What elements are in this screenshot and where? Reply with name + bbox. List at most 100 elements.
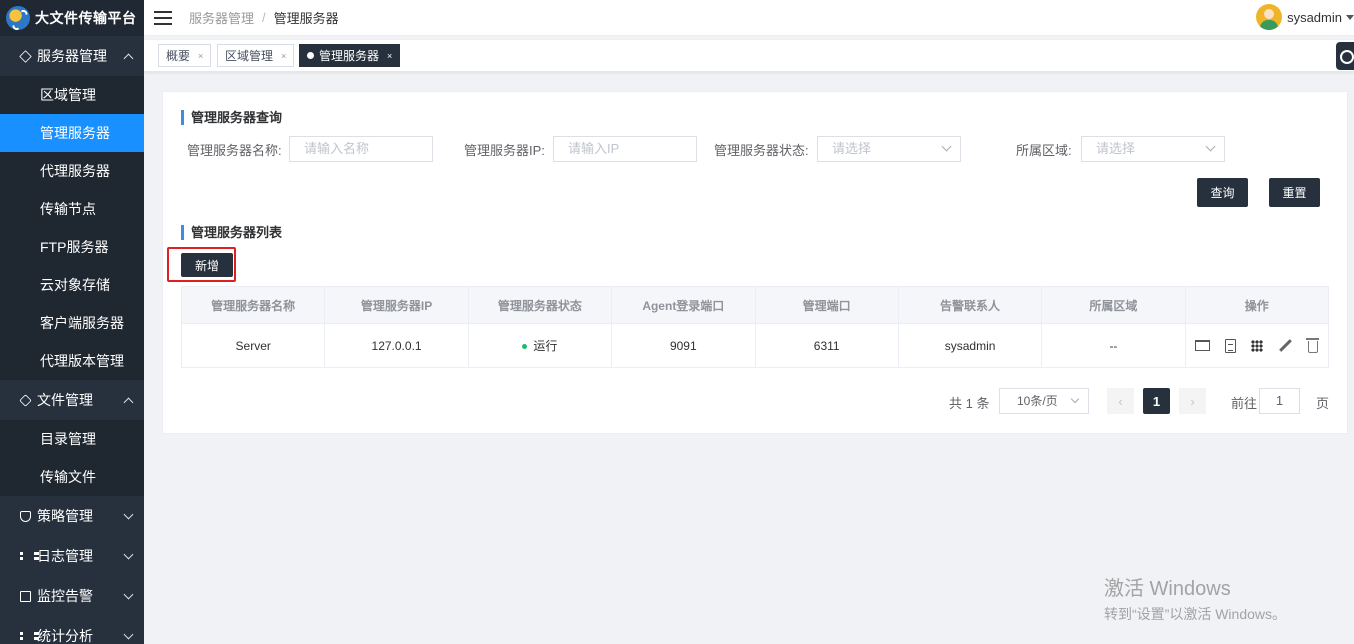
- chevron-up-icon: [123, 397, 134, 407]
- avatar: [1256, 4, 1283, 30]
- tab-mgmt-server[interactable]: 管理服务器 ×: [299, 44, 401, 67]
- sidebar-item-proxy-server[interactable]: 代理服务器: [0, 152, 144, 190]
- caret-down-icon: [1346, 14, 1354, 20]
- chevron-down-icon: [123, 589, 134, 599]
- list-icon: [20, 631, 39, 642]
- cell-region: --: [1041, 323, 1186, 368]
- chevron-down-icon: [123, 629, 134, 639]
- menu-group-monitor-alert[interactable]: 监控告警: [0, 576, 144, 616]
- page-suffix: 页: [1316, 395, 1330, 411]
- table-header-row: 管理服务器名称 管理服务器IP 管理服务器状态 Agent登录端口 管理端口 告…: [180, 286, 1330, 324]
- goto-label: 前往: [1231, 395, 1258, 411]
- document-icon[interactable]: [1225, 338, 1237, 353]
- top-header: 服务器管理 / 管理服务器 sysadmin: [144, 0, 1354, 36]
- sidebar-item-directory-mgmt[interactable]: 目录管理: [0, 420, 144, 458]
- reset-button[interactable]: 重置: [1269, 178, 1320, 207]
- menu-group-statistics[interactable]: 统计分析: [0, 616, 144, 644]
- monitor-chart-icon[interactable]: [1195, 340, 1211, 351]
- sidebar-item-transfer-file[interactable]: 传输文件: [0, 458, 144, 496]
- search-button[interactable]: 查询: [1197, 178, 1248, 207]
- chevron-down-icon: [123, 509, 134, 519]
- server-table: 管理服务器名称 管理服务器IP 管理服务器状态 Agent登录端口 管理端口 告…: [180, 286, 1330, 368]
- page-size-select[interactable]: 10条/页: [999, 388, 1089, 414]
- chevron-down-icon: [1205, 141, 1216, 152]
- breadcrumb-separator: /: [262, 10, 266, 25]
- cell-actions: [1184, 323, 1330, 368]
- user-menu[interactable]: sysadmin: [1256, 4, 1354, 30]
- pagination-total: 共 1 条: [949, 395, 990, 411]
- add-button[interactable]: 新增: [181, 253, 233, 277]
- sidebar-item-transfer-node[interactable]: 传输节点: [0, 190, 144, 228]
- main-card: 管理服务器查询 管理服务器名称: 请输入名称 管理服务器IP: 请输入IP 管理…: [162, 91, 1348, 434]
- sidebar-item-ftp-server[interactable]: FTP服务器: [0, 228, 144, 266]
- hamburger-menu-icon[interactable]: [154, 10, 172, 25]
- tab-overview[interactable]: 概要 ×: [158, 44, 212, 67]
- sidebar-item-cloud-storage[interactable]: 云对象存储: [0, 266, 144, 304]
- region-select[interactable]: 请选择: [1081, 136, 1225, 162]
- sidebar-item-proxy-version[interactable]: 代理版本管理: [0, 342, 144, 380]
- layers-icon: [19, 393, 32, 407]
- table-row: Server 127.0.0.1 运行 9091 6311 sysadmin -…: [180, 323, 1330, 368]
- name-input[interactable]: 请输入名称: [289, 136, 433, 162]
- goto-page-input[interactable]: 1: [1259, 388, 1300, 414]
- name-label: 管理服务器名称:: [187, 143, 282, 158]
- chevron-down-icon: [1070, 394, 1080, 404]
- app-title: 大文件传输平台: [35, 10, 137, 26]
- user-name: sysadmin: [1287, 9, 1342, 25]
- status-label: 管理服务器状态:: [714, 143, 809, 158]
- breadcrumb-current: 管理服务器: [273, 11, 339, 26]
- edit-pencil-icon[interactable]: [1279, 339, 1293, 352]
- prev-page-button[interactable]: ‹: [1107, 388, 1134, 414]
- region-label: 所属区域:: [1016, 143, 1072, 158]
- monitor-icon: [20, 590, 31, 602]
- cell-agent-port: 9091: [611, 323, 756, 368]
- sidebar-item-region-mgmt[interactable]: 区域管理: [0, 76, 144, 114]
- cell-status: 运行: [467, 323, 613, 368]
- cube-icon: [19, 49, 32, 63]
- col-name: 管理服务器名称: [180, 286, 326, 324]
- menu-group-file-mgmt[interactable]: 文件管理: [0, 380, 144, 420]
- menu-group-policy-mgmt[interactable]: 策略管理: [0, 496, 144, 536]
- chevron-down-icon: [941, 141, 952, 152]
- app-logo: 大文件传输平台: [0, 0, 144, 36]
- ip-input[interactable]: 请输入IP: [553, 136, 697, 162]
- ip-label: 管理服务器IP:: [464, 143, 545, 158]
- col-actions: 操作: [1184, 286, 1330, 324]
- active-dot-icon: [307, 52, 314, 59]
- cell-name: Server: [180, 323, 326, 368]
- cell-contact: sysadmin: [897, 323, 1043, 368]
- status-select[interactable]: 请选择: [817, 136, 961, 162]
- page-number-current[interactable]: 1: [1143, 388, 1170, 414]
- shield-icon: [20, 510, 31, 522]
- close-icon[interactable]: ×: [198, 51, 203, 61]
- query-section-title: 管理服务器查询: [181, 110, 282, 125]
- close-icon[interactable]: ×: [281, 51, 286, 61]
- gear-icon[interactable]: [1336, 42, 1354, 70]
- breadcrumb-parent[interactable]: 服务器管理: [189, 8, 254, 27]
- col-contact: 告警联系人: [897, 286, 1043, 324]
- col-agent-port: Agent登录端口: [611, 286, 756, 324]
- menu-group-server-mgmt[interactable]: 服务器管理: [0, 36, 144, 76]
- add-button-highlight: 新增: [167, 247, 236, 282]
- list-icon: [20, 551, 39, 562]
- cell-mgmt-port: 6311: [754, 323, 899, 368]
- chevron-down-icon: [123, 549, 134, 559]
- logo-icon: [6, 6, 30, 30]
- grid-apps-icon[interactable]: [1251, 339, 1264, 352]
- sidebar-item-mgmt-server[interactable]: 管理服务器: [0, 114, 144, 152]
- chevron-up-icon: [123, 53, 134, 63]
- col-region: 所属区域: [1041, 286, 1186, 324]
- close-icon[interactable]: ×: [387, 51, 392, 61]
- sidebar: 大文件传输平台 服务器管理 区域管理 管理服务器 代理服务器 传输节点 FTP服…: [0, 0, 144, 644]
- tabs-bar: 概要 × 区域管理 × 管理服务器 ×: [144, 40, 1354, 72]
- trash-icon[interactable]: [1306, 338, 1320, 353]
- list-section-title: 管理服务器列表: [181, 225, 282, 240]
- sidebar-item-client-server[interactable]: 客户端服务器: [0, 304, 144, 342]
- col-status: 管理服务器状态: [467, 286, 613, 324]
- menu-group-log-mgmt[interactable]: 日志管理: [0, 536, 144, 576]
- windows-activation-watermark: 激活 Windows 转到“设置”以激活 Windows。: [1104, 578, 1287, 622]
- next-page-button[interactable]: ›: [1179, 388, 1206, 414]
- col-ip: 管理服务器IP: [324, 286, 469, 324]
- col-mgmt-port: 管理端口: [754, 286, 899, 324]
- tab-region-mgmt[interactable]: 区域管理 ×: [217, 44, 295, 67]
